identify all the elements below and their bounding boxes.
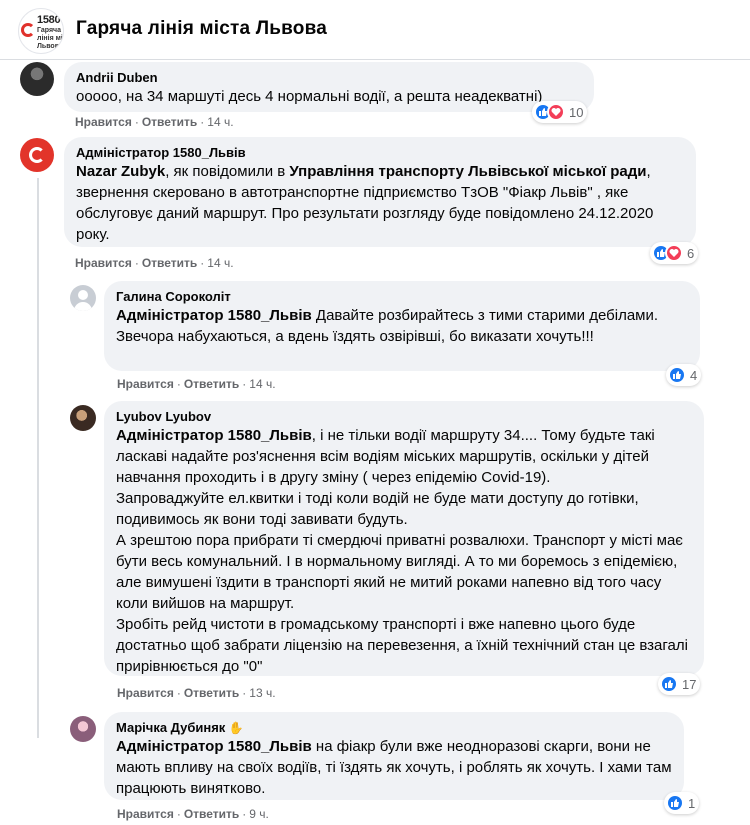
reply-thread-line <box>37 178 39 738</box>
separator: · <box>176 807 181 821</box>
comment-text: Nazar Zubyk, як повідомили в Управління … <box>76 161 684 245</box>
separator: · <box>176 377 181 391</box>
comment-actions: Нравится · Ответить · 9 ч. <box>117 806 269 822</box>
reply-bubble: Lyubov Lyubov Адміністратор 1580_Львів, … <box>104 401 704 676</box>
comment-author[interactable]: Галина Сороколіт <box>116 289 688 305</box>
comment-time[interactable]: 14 ч. <box>249 377 275 391</box>
comment-text: Адміністратор 1580_Львів, і не тільки во… <box>116 425 692 488</box>
comment-paragraph: Запроваджуйте ел.квитки і тоді коли воді… <box>116 490 639 528</box>
love-reaction-icon <box>547 103 565 121</box>
avatar[interactable] <box>20 62 54 96</box>
comment-actions: Нравится · Ответить · 14 ч. <box>117 376 276 392</box>
like-button[interactable]: Нравится <box>75 115 132 129</box>
reply-button[interactable]: Ответить <box>142 115 197 129</box>
comment-author[interactable]: Lyubov Lyubov <box>116 409 692 425</box>
avatar[interactable] <box>70 405 96 431</box>
avatar[interactable] <box>70 285 96 311</box>
admin-logo-icon <box>29 147 45 163</box>
logo-ring-icon <box>21 23 35 37</box>
comment-paragraph: Зробіть рейд чистоти в громадському тран… <box>116 616 688 675</box>
mention-link[interactable]: Адміністратор 1580_Львів <box>116 427 312 444</box>
separator: · <box>200 115 205 129</box>
page-logo[interactable]: 1580 Гаряча лінія міста Львова <box>18 8 64 54</box>
comment-actions: Нравится · Ответить · 13 ч. <box>117 685 276 701</box>
comment-author[interactable]: Andrii Duben <box>76 70 582 86</box>
like-button[interactable]: Нравится <box>117 807 174 821</box>
like-button[interactable]: Нравится <box>75 256 132 270</box>
like-reaction-icon <box>660 675 678 693</box>
comment-bubble: Andrii Duben ооооо, на 34 маршуті десь 4… <box>64 62 594 112</box>
logo-number: 1580 <box>37 14 61 26</box>
comment-text-part: , як повідомили в <box>165 163 290 180</box>
reply-bubble: Марічка Дубиняк ✋ Адміністратор 1580_Льв… <box>104 712 684 800</box>
reaction-summary[interactable]: 10 <box>532 101 588 123</box>
separator: · <box>176 686 181 700</box>
comment-text: ооооо, на 34 маршуті десь 4 нормальні во… <box>76 88 543 105</box>
comment-author-name[interactable]: Марічка Дубиняк <box>116 720 225 735</box>
avatar[interactable] <box>70 716 96 742</box>
reaction-count: 17 <box>682 676 697 692</box>
mention-link[interactable]: Адміністратор 1580_Львів <box>116 307 312 324</box>
reaction-summary[interactable]: 6 <box>650 242 699 264</box>
comment-paragraph: А зрештою пора прибрати ті смердючі прив… <box>116 532 683 612</box>
organization-name: Управління транспорту Львівської міської… <box>289 163 647 180</box>
reaction-summary[interactable]: 1 <box>664 792 700 814</box>
like-reaction-icon <box>668 366 686 384</box>
reaction-summary[interactable]: 4 <box>666 364 702 386</box>
reply-button[interactable]: Ответить <box>142 256 197 270</box>
logo-subtitle: Гаряча лінія міста Львова <box>37 27 63 50</box>
comment-time[interactable]: 14 ч. <box>207 256 233 270</box>
like-button[interactable]: Нравится <box>117 377 174 391</box>
separator: · <box>134 115 139 129</box>
comment-time[interactable]: 13 ч. <box>249 686 275 700</box>
admin-avatar[interactable] <box>20 138 54 172</box>
mention-link[interactable]: Адміністратор 1580_Львів <box>116 738 312 755</box>
comment-actions: Нравится · Ответить · 14 ч. <box>75 255 234 271</box>
reaction-count: 4 <box>690 367 698 383</box>
reaction-count: 1 <box>688 795 696 811</box>
comment-bubble: Адміністратор 1580_Львів Nazar Zubyk, як… <box>64 137 696 247</box>
reply-bubble: Галина Сороколіт Адміністратор 1580_Льві… <box>104 281 700 371</box>
separator: · <box>200 256 205 270</box>
comment-text: Адміністратор 1580_Львів Давайте розбира… <box>116 305 688 347</box>
reply-button[interactable]: Ответить <box>184 377 239 391</box>
separator: · <box>242 807 247 821</box>
reply-button[interactable]: Ответить <box>184 807 239 821</box>
reaction-summary[interactable]: 17 <box>658 673 701 695</box>
like-reaction-icon <box>666 794 684 812</box>
comment-author[interactable]: Марічка Дубиняк ✋ <box>116 720 672 736</box>
reaction-count: 10 <box>569 104 584 120</box>
separator: · <box>134 256 139 270</box>
comment-author[interactable]: Адміністратор 1580_Львів <box>76 145 684 161</box>
page-header: 1580 Гаряча лінія міста Львова Гаряча лі… <box>0 0 750 60</box>
comment-text: Адміністратор 1580_Львів на фіакр були в… <box>116 736 672 799</box>
comment-time[interactable]: 14 ч. <box>207 115 233 129</box>
love-reaction-icon <box>665 244 683 262</box>
page-title[interactable]: Гаряча лінія міста Львова <box>76 18 327 40</box>
comment-actions: Нравится · Ответить · 14 ч. <box>75 114 234 130</box>
like-button[interactable]: Нравится <box>117 686 174 700</box>
comment-time[interactable]: 9 ч. <box>249 807 269 821</box>
mention-link[interactable]: Nazar Zubyk <box>76 163 165 180</box>
separator: · <box>242 686 247 700</box>
waving-hand-icon: ✋ <box>228 721 244 735</box>
reaction-count: 6 <box>687 245 695 261</box>
reply-button[interactable]: Ответить <box>184 686 239 700</box>
separator: · <box>242 377 247 391</box>
